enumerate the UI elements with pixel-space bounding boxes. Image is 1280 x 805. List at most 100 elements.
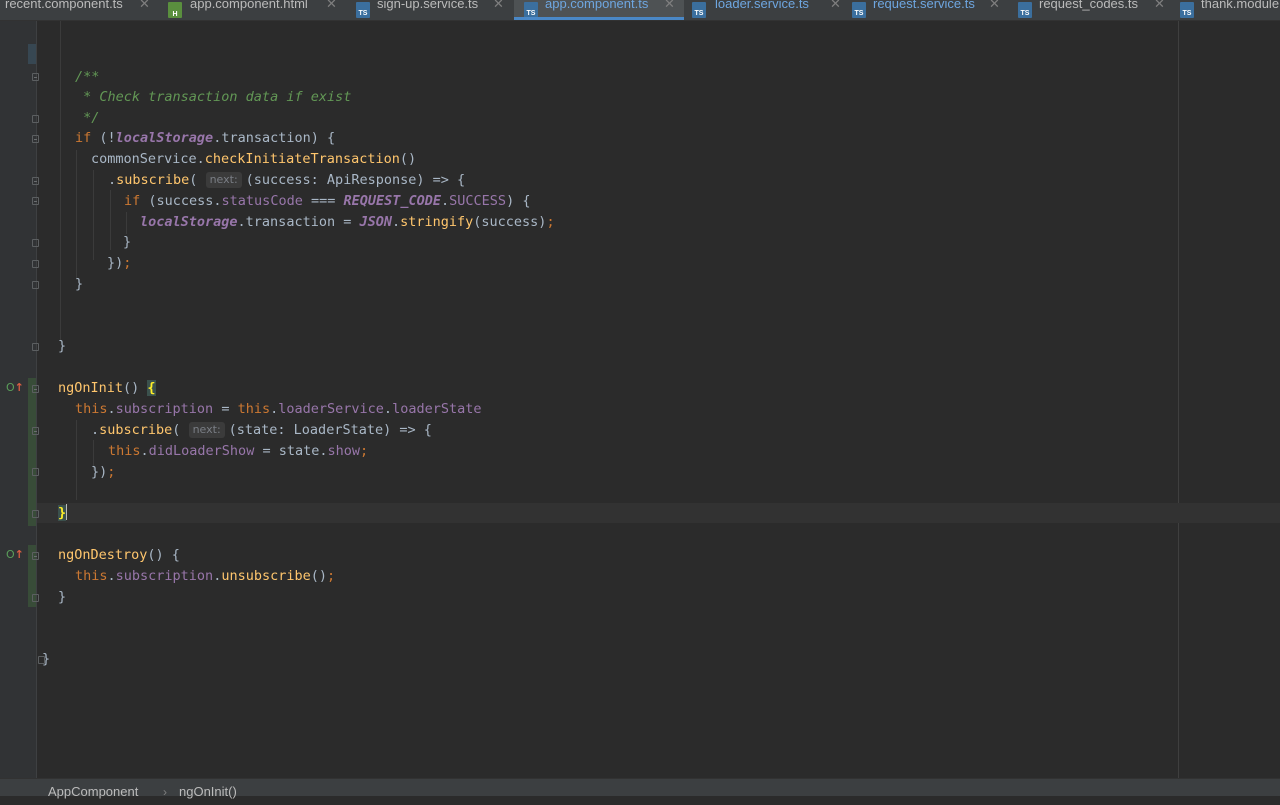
html-file-icon: H — [168, 2, 182, 18]
fold-toggle-icon[interactable] — [32, 135, 39, 143]
code-line[interactable]: * Check transaction data if exist — [75, 87, 351, 107]
close-icon[interactable]: ✕ — [664, 0, 675, 11]
ts-file-icon: TS — [692, 2, 706, 18]
code-text: . — [391, 214, 401, 230]
code-line[interactable]: localStorage.transaction = JSON.stringif… — [140, 212, 555, 232]
keyword: this — [237, 401, 271, 417]
keyword: if — [75, 130, 92, 146]
code-line[interactable]: .subscribe( next: (state: LoaderState) =>… — [91, 420, 432, 440]
close-icon[interactable]: ✕ — [139, 0, 150, 11]
breadcrumb: AppComponent › ngOnInit() — [0, 778, 1280, 799]
code-line[interactable]: */ — [75, 108, 99, 128]
property: loaderState — [392, 401, 482, 417]
code-line[interactable]: this.subscription = this.loaderService.l… — [75, 399, 481, 419]
code-text: (success. — [140, 193, 222, 209]
property: SUCCESS — [449, 193, 507, 209]
close-icon[interactable]: ✕ — [493, 0, 504, 11]
semicolon: ; — [123, 255, 132, 271]
code-line[interactable]: /** — [75, 67, 99, 87]
code-text: } — [58, 338, 67, 354]
tab-label: request.service.ts — [873, 0, 975, 11]
semicolon: ; — [327, 568, 336, 584]
fold-toggle-icon[interactable] — [32, 73, 39, 81]
code-line[interactable]: } — [42, 649, 50, 669]
code-text: } — [42, 651, 51, 667]
property: show — [327, 443, 360, 459]
code-line[interactable]: } — [123, 232, 131, 252]
fold-toggle-icon[interactable] — [32, 197, 39, 205]
text-cursor — [66, 504, 68, 520]
close-icon[interactable]: ✕ — [989, 0, 1000, 11]
code-text: . — [140, 443, 149, 459]
code-line[interactable]: if (success.statusCode === REQUEST_CODE.… — [124, 191, 530, 211]
fold-toggle-icon[interactable] — [32, 510, 39, 518]
code-text: .transaction = — [237, 214, 360, 230]
method-call: subscribe — [99, 422, 173, 438]
close-icon[interactable]: ✕ — [326, 0, 337, 11]
override-method-icon[interactable]: O↑ — [6, 382, 24, 394]
code-line[interactable]: if (!localStorage.transaction) { — [75, 128, 335, 148]
code-line[interactable]: } — [58, 587, 66, 607]
method-call: subscribe — [116, 172, 190, 188]
fold-toggle-icon[interactable] — [32, 594, 39, 602]
fold-toggle-icon[interactable] — [32, 468, 39, 476]
fold-toggle-icon[interactable] — [32, 239, 39, 247]
code-text: () { — [147, 547, 180, 563]
tab-request-codes-ts[interactable]: TS request_codes.ts ✕ — [1014, 0, 1176, 20]
code-text: . — [441, 193, 450, 209]
tab-sign-up-service-ts[interactable]: TS sign-up.service.ts ✕ — [346, 0, 512, 20]
fold-toggle-icon[interactable] — [32, 260, 39, 268]
change-marker[interactable] — [28, 378, 36, 526]
fold-toggle-icon[interactable] — [32, 427, 39, 435]
tab-app-component-ts[interactable]: TS app.component.ts ✕ — [514, 0, 684, 20]
code-line[interactable]: .subscribe( next: (success: ApiResponse) … — [108, 170, 465, 190]
code-line[interactable]: } — [75, 274, 83, 294]
tab-app-component-html[interactable]: H app.component.html ✕ — [158, 0, 346, 20]
code-line[interactable]: ngOnDestroy() { — [58, 545, 180, 565]
tab-request-service-ts[interactable]: TS request.service.ts ✕ — [848, 0, 1014, 20]
code-line[interactable]: this.subscription.unsubscribe(); — [75, 566, 335, 586]
method-call: unsubscribe — [221, 568, 311, 584]
change-marker[interactable] — [28, 44, 36, 64]
fold-toggle-icon[interactable] — [32, 385, 39, 393]
code-line[interactable]: this.didLoaderShow = state.show; — [108, 441, 368, 461]
fold-toggle-icon[interactable] — [32, 115, 39, 123]
chevron-right-icon: › — [163, 785, 167, 799]
code-line[interactable]: } — [58, 336, 66, 356]
property: statusCode — [221, 193, 303, 209]
code-line[interactable]: } — [58, 503, 68, 523]
code-text: commonService. — [91, 151, 205, 167]
fold-toggle-icon[interactable] — [32, 552, 39, 560]
tab-label: app.component.ts — [545, 0, 649, 11]
indent-guide — [60, 21, 61, 341]
breadcrumb-item-method[interactable]: ngOnInit() — [179, 779, 237, 805]
tab-label: loader.service.ts — [715, 0, 809, 11]
current-line-highlight — [37, 503, 1280, 523]
indent-guide — [126, 212, 127, 234]
code-text: . — [107, 401, 116, 417]
fold-toggle-icon[interactable] — [32, 281, 39, 289]
code-line[interactable]: }); — [107, 253, 131, 273]
code-line[interactable]: }); — [91, 462, 115, 482]
code-line[interactable]: commonService.checkInitiateTransaction() — [91, 149, 416, 169]
code-text: } — [123, 234, 132, 250]
ts-file-icon: TS — [524, 2, 538, 18]
comment: /** — [75, 69, 100, 85]
code-text: = — [213, 401, 238, 417]
indent-guide — [110, 190, 111, 250]
code-text: } — [58, 589, 67, 605]
code-text: (success: ApiResponse) => { — [245, 172, 466, 188]
tab-loader-service-ts[interactable]: TS loader.service.ts ✕ — [684, 0, 848, 20]
override-method-icon[interactable]: O↑ — [6, 549, 24, 561]
tab-recent-component-ts[interactable]: recent.component.ts ✕ — [0, 0, 158, 20]
code-line[interactable]: ngOnInit() { — [58, 378, 156, 398]
breadcrumb-item-class[interactable]: AppComponent — [48, 779, 138, 805]
close-icon[interactable]: ✕ — [1154, 0, 1165, 11]
method-call: stringify — [400, 214, 474, 230]
fold-toggle-icon[interactable] — [32, 343, 39, 351]
tab-thank-module[interactable]: TS thank.module — [1176, 0, 1280, 20]
fold-toggle-icon[interactable] — [32, 177, 39, 185]
ts-file-icon: TS — [852, 2, 866, 18]
close-icon[interactable]: ✕ — [830, 0, 841, 11]
method-name: ngOnInit — [58, 380, 124, 396]
